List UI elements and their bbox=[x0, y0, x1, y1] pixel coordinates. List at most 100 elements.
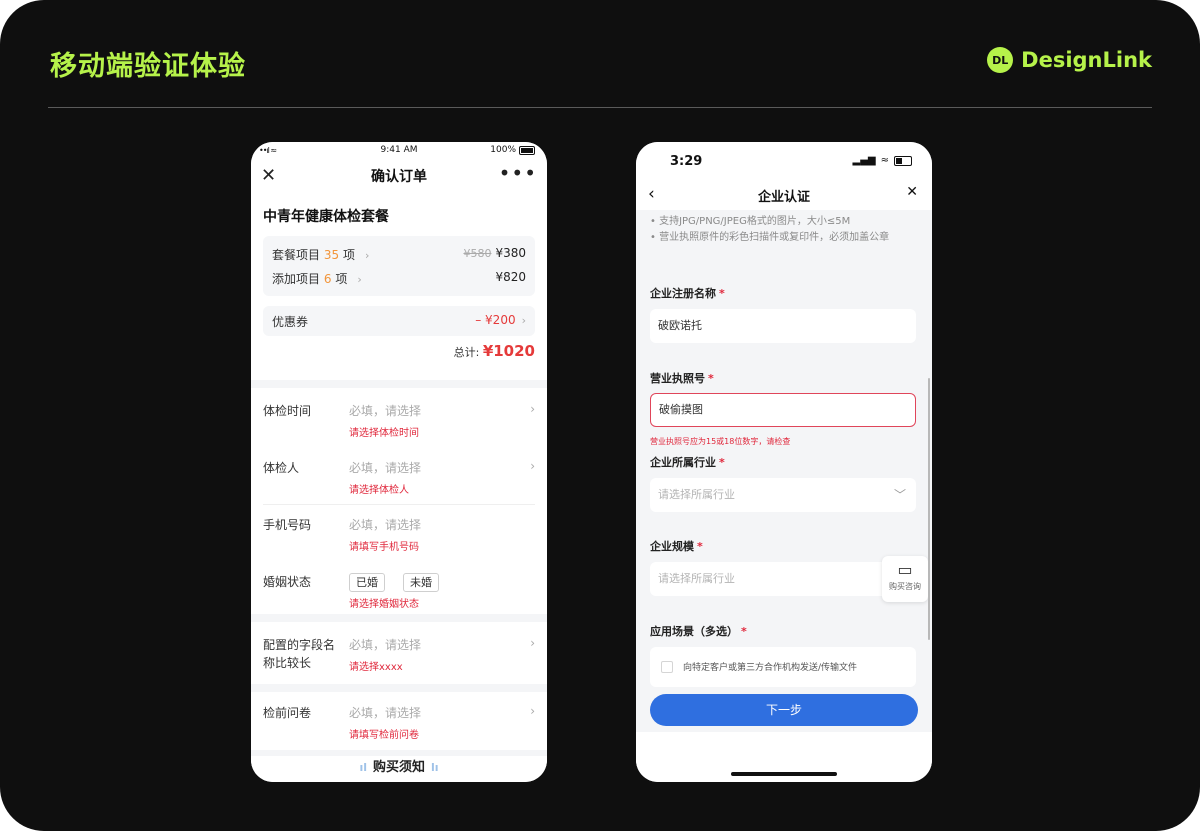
chat-icon: ▭ bbox=[897, 560, 913, 579]
decor-bars-icon: ıl bbox=[359, 761, 367, 774]
industry-select[interactable]: 请选择所属行业 ﹀ bbox=[650, 478, 916, 512]
package-items-row[interactable]: 套餐项目 35 项 › ¥580 ¥380 bbox=[272, 244, 526, 264]
form-row-phone[interactable]: 手机号码 必填，请选择 请填写手机号码 bbox=[263, 516, 535, 556]
package-title: 中青年健康体检套餐 bbox=[263, 209, 389, 225]
status-bar: ••ıl ≈ 9:41 AM 100% bbox=[251, 142, 547, 158]
item-unit: 项 bbox=[335, 272, 348, 286]
chevron-right-icon: › bbox=[530, 402, 535, 416]
form-row-long-label[interactable]: 配置的字段名 称比较长 必填，请选择 请选择xxxx › bbox=[263, 636, 535, 676]
license-number-input[interactable]: 破偷摸图 bbox=[650, 393, 916, 427]
chevron-right-icon: › bbox=[530, 636, 535, 650]
order-confirm-phone: ••ıl ≈ 9:41 AM 100% ✕ 确认订单 ••• 中青年健康体检套餐… bbox=[251, 142, 547, 782]
item-price: ¥380 bbox=[495, 246, 526, 260]
chevron-right-icon: › bbox=[357, 273, 362, 286]
close-icon[interactable]: ✕ bbox=[906, 184, 918, 200]
next-step-button[interactable]: 下一步 bbox=[650, 694, 918, 726]
exam-form-section: 体检时间 必填，请选择 请选择体检时间 › 体检人 必填，请选择 请选择体检人 … bbox=[251, 388, 547, 614]
checkbox[interactable] bbox=[661, 661, 673, 673]
company-size-select[interactable]: 请选择所属行业 bbox=[650, 562, 916, 596]
field-label: 营业执照号 * bbox=[650, 372, 714, 385]
consult-button[interactable]: ▭ 购买咨询 bbox=[882, 556, 928, 602]
company-name-input[interactable]: 破欧诺托 bbox=[650, 309, 916, 343]
field-label: 企业所属行业 * bbox=[650, 456, 725, 469]
coupon-label: 优惠券 bbox=[272, 315, 309, 329]
option-label: 向特定客户或第三方合作机构发送/传输文件 bbox=[683, 663, 858, 673]
chevron-right-icon: › bbox=[364, 249, 370, 262]
coupon-row: 优惠券 – ¥200 › bbox=[272, 311, 526, 331]
field-error: 请填写检前问卷 bbox=[349, 730, 419, 741]
consult-label: 购买咨询 bbox=[889, 582, 921, 591]
license-number-error: 营业执照号应为15或18位数字，请检查 bbox=[650, 437, 791, 446]
questionnaire-section: 检前问卷 必填，请选择 请填写检前问卷 › bbox=[251, 692, 547, 750]
order-total: 总计: ¥1020 bbox=[454, 342, 535, 360]
item-count: 6 bbox=[323, 272, 332, 286]
brand: DL DesignLink bbox=[987, 47, 1152, 73]
coupon-box[interactable]: 优惠券 – ¥200 › bbox=[263, 306, 535, 336]
brand-name: DesignLink bbox=[1021, 48, 1152, 72]
more-icon[interactable]: ••• bbox=[499, 161, 537, 185]
nav-title: 企业认证 bbox=[757, 190, 810, 205]
scrollbar[interactable] bbox=[928, 378, 930, 640]
page-title: 移动端验证体验 bbox=[50, 51, 246, 82]
order-summary: 中青年健康体检套餐 套餐项目 35 项 › ¥580 ¥380 添加项目 6 项 › … bbox=[251, 192, 547, 380]
original-price: ¥580 bbox=[463, 247, 492, 260]
field-error: 请填写手机号码 bbox=[349, 542, 419, 553]
status-time: 3:29 bbox=[670, 154, 703, 169]
field-placeholder: 必填，请选择 bbox=[349, 461, 422, 475]
item-unit: 项 bbox=[342, 248, 355, 262]
purchase-notice-title: ıl 购买须知 lı bbox=[251, 756, 547, 782]
home-indicator bbox=[731, 772, 837, 776]
status-icons: ▂▄▆ ≈ bbox=[853, 155, 912, 166]
field-error: 请选择婚姻状态 bbox=[349, 599, 419, 610]
chevron-down-icon: ﹀ bbox=[893, 488, 906, 502]
option-married[interactable]: 已婚 bbox=[349, 573, 385, 592]
form-row-exam-time[interactable]: 体检时间 必填，请选择 请选择体检时间 › bbox=[263, 402, 535, 442]
item-price: ¥820 bbox=[495, 270, 526, 284]
upload-tip: • 支持JPG/PNG/JPEG格式的图片，大小≤5M bbox=[650, 216, 851, 227]
battery-percent: 100% bbox=[490, 145, 516, 155]
header-divider bbox=[48, 107, 1152, 108]
custom-field-section: 配置的字段名 称比较长 必填，请选择 请选择xxxx › bbox=[251, 622, 547, 684]
enterprise-auth-phone: 3:29 ▂▄▆ ≈ ‹ 企业认证 ✕ • 支持JPG/PNG/JPEG格式的图… bbox=[636, 142, 932, 782]
top-bar: 3:29 ▂▄▆ ≈ ‹ 企业认证 ✕ bbox=[636, 142, 932, 210]
field-placeholder: 必填，请选择 bbox=[349, 404, 422, 418]
item-count: 35 bbox=[323, 248, 340, 262]
decor-bars-icon: lı bbox=[431, 761, 439, 774]
field-label: 应用场景（多选） * bbox=[650, 625, 747, 638]
field-label: 婚姻状态 bbox=[263, 575, 312, 589]
chevron-right-icon: › bbox=[530, 459, 535, 473]
added-items-row[interactable]: 添加项目 6 项 › ¥820 bbox=[272, 268, 526, 288]
field-placeholder: 必填，请选择 bbox=[349, 706, 422, 720]
field-error: 请选择xxxx bbox=[349, 662, 403, 673]
total-label: 总计: bbox=[453, 346, 480, 359]
field-error: 请选择体检时间 bbox=[349, 428, 419, 439]
signal-icon: ▂▄▆ bbox=[852, 155, 876, 166]
field-label: 体检时间 bbox=[263, 404, 312, 418]
field-label: 配置的字段名 称比较长 bbox=[263, 638, 336, 670]
chevron-right-icon: › bbox=[530, 704, 535, 718]
upload-tip: • 营业执照原件的彩色扫描件或复印件，必须加盖公章 bbox=[650, 232, 890, 243]
battery-icon bbox=[519, 145, 535, 155]
nav-bar: ✕ 确认订单 ••• bbox=[251, 158, 547, 192]
brand-logo-icon: DL bbox=[987, 47, 1014, 73]
items-box: 套餐项目 35 项 › ¥580 ¥380 添加项目 6 项 › ¥820 bbox=[263, 236, 535, 296]
option-unmarried[interactable]: 未婚 bbox=[403, 573, 439, 592]
form-row-questionnaire[interactable]: 检前问卷 必填，请选择 请填写检前问卷 › bbox=[263, 704, 535, 744]
footer bbox=[636, 732, 932, 782]
field-placeholder: 必填，请选择 bbox=[349, 518, 422, 532]
row-label: 添加项目 bbox=[272, 272, 321, 286]
field-label: 企业规模 * bbox=[650, 540, 703, 553]
field-error: 请选择体检人 bbox=[349, 485, 409, 496]
form-row-examinee[interactable]: 体检人 必填，请选择 请选择体检人 › bbox=[263, 459, 535, 499]
battery-indicator: 100% bbox=[490, 145, 535, 155]
total-amount: ¥1020 bbox=[482, 342, 535, 360]
field-label: 体检人 bbox=[263, 461, 300, 475]
battery-icon bbox=[894, 155, 912, 166]
slide-canvas: 移动端验证体验 DL DesignLink ••ıl ≈ 9:41 AM 100… bbox=[0, 0, 1200, 831]
row-label: 套餐项目 bbox=[272, 248, 321, 262]
row-divider bbox=[263, 504, 535, 505]
field-label: 企业注册名称 * bbox=[650, 287, 725, 300]
coupon-value: – ¥200 bbox=[475, 313, 516, 327]
chevron-right-icon: › bbox=[521, 314, 526, 327]
scenario-option[interactable]: 向特定客户或第三方合作机构发送/传输文件 bbox=[650, 647, 916, 687]
